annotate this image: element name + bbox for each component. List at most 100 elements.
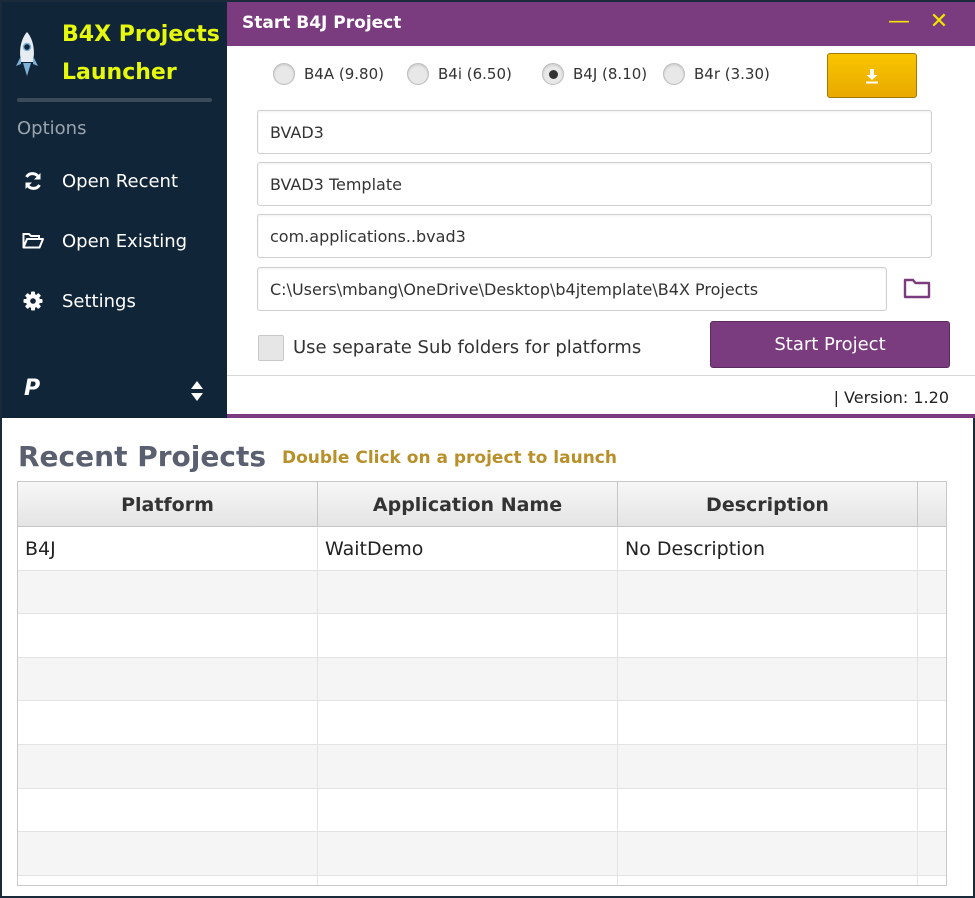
app-title: B4X Projects Launcher [62, 22, 220, 85]
table-cell [18, 832, 318, 876]
table-header: Platform Application Name Description [18, 482, 946, 527]
table-cell [618, 614, 918, 658]
table-cell [18, 657, 318, 701]
table-cell [318, 832, 618, 876]
close-button[interactable]: ✕ [927, 10, 951, 34]
table-cell [18, 875, 318, 885]
radio-label: B4J (8.10) [573, 65, 648, 83]
table-cell [618, 788, 918, 832]
table-cell [18, 788, 318, 832]
sidebar-item-settings[interactable]: Settings [2, 279, 227, 323]
project-name-input[interactable] [270, 122, 919, 142]
sidebar-item-label: Open Existing [62, 230, 188, 252]
table-cell [618, 570, 918, 614]
description-field[interactable] [257, 162, 932, 206]
table-row[interactable]: B4J WaitDemo No Description [18, 527, 946, 571]
package-field[interactable] [257, 214, 932, 258]
recent-projects-table: Platform Application Name Description B4… [17, 481, 947, 886]
radio-label: B4A (9.80) [304, 65, 384, 83]
separate-folders-checkbox[interactable] [258, 335, 284, 361]
start-project-button[interactable]: Start Project [710, 321, 950, 368]
table-cell [918, 658, 946, 701]
table-row[interactable] [18, 701, 946, 745]
table-cell [318, 744, 618, 788]
table-cell [318, 701, 618, 745]
radio-label: B4i (6.50) [438, 65, 512, 83]
table-cell [18, 701, 318, 745]
table-cell [918, 789, 946, 832]
download-button[interactable] [827, 53, 917, 98]
dialog-bottom-border [227, 414, 975, 418]
radio-b4r[interactable]: B4r (3.30) [663, 63, 770, 85]
browse-folder-icon[interactable] [903, 277, 931, 299]
status-divider [227, 375, 975, 376]
column-header-application-name[interactable]: Application Name [318, 482, 618, 527]
package-input[interactable] [270, 226, 919, 246]
table-cell [918, 614, 946, 657]
options-label: Options [17, 118, 87, 139]
table-row[interactable] [18, 657, 946, 702]
table-cell [18, 744, 318, 788]
table-cell: WaitDemo [318, 527, 618, 570]
table-cell [918, 745, 946, 788]
table-cell [918, 876, 946, 885]
table-cell [918, 832, 946, 875]
dialog-titlebar: Start B4J Project — ✕ [227, 2, 975, 46]
version-label: | Version: 1.20 [833, 388, 949, 407]
table-row[interactable] [18, 744, 946, 789]
sidebar-item-label: Open Recent [62, 170, 179, 192]
column-header-spacer [918, 482, 946, 527]
folder-input[interactable] [270, 279, 874, 299]
table-body: B4J WaitDemo No Description [18, 527, 946, 885]
start-project-dialog: Start B4J Project — ✕ B4A (9.80) B4i (6.… [227, 2, 975, 418]
radio-circle [273, 63, 295, 85]
sidebar-divider [17, 98, 212, 102]
table-cell [618, 701, 918, 745]
folder-open-icon [22, 230, 44, 252]
table-cell [318, 570, 618, 614]
column-header-platform[interactable]: Platform [18, 482, 318, 527]
table-row[interactable] [18, 832, 946, 876]
paypal-icon[interactable]: P [24, 376, 40, 401]
sidebar-item-open-recent[interactable]: Open Recent [2, 159, 227, 203]
dialog-title: Start B4J Project [242, 13, 402, 33]
table-row[interactable] [18, 614, 946, 658]
sidebar: B4X Projects Launcher Options Open Recen… [2, 2, 227, 418]
description-input[interactable] [270, 174, 919, 194]
folder-field[interactable] [257, 267, 887, 311]
download-icon [866, 68, 878, 83]
table-cell: B4J [18, 527, 318, 570]
recent-projects-title: Recent Projects [18, 440, 267, 473]
radio-selected-dot [548, 69, 558, 79]
table-row[interactable] [18, 875, 946, 885]
radio-circle [663, 63, 685, 85]
radio-b4a[interactable]: B4A (9.80) [273, 63, 384, 85]
sort-icon[interactable] [190, 380, 204, 402]
table-cell [318, 788, 618, 832]
project-name-field[interactable] [257, 110, 932, 154]
table-cell: No Description [618, 527, 918, 570]
table-cell [618, 744, 918, 788]
minimize-button[interactable]: — [887, 10, 911, 34]
table-cell [618, 657, 918, 701]
table-cell [918, 701, 946, 744]
table-cell [618, 832, 918, 876]
table-cell [618, 875, 918, 885]
sidebar-item-open-existing[interactable]: Open Existing [2, 219, 227, 263]
gear-icon [22, 290, 44, 312]
table-row[interactable] [18, 570, 946, 615]
refresh-icon [22, 170, 44, 192]
radio-b4j[interactable]: B4J (8.10) [542, 63, 647, 85]
table-cell [18, 570, 318, 614]
sidebar-item-label: Settings [62, 290, 136, 312]
radio-b4i[interactable]: B4i (6.50) [407, 63, 512, 85]
table-cell [18, 614, 318, 658]
rocket-icon [16, 32, 38, 76]
radio-circle [542, 63, 564, 85]
radio-label: B4r (3.30) [694, 65, 770, 83]
column-header-description[interactable]: Description [618, 482, 918, 527]
table-row[interactable] [18, 788, 946, 833]
table-cell [318, 657, 618, 701]
table-cell [918, 571, 946, 614]
radio-circle [407, 63, 429, 85]
